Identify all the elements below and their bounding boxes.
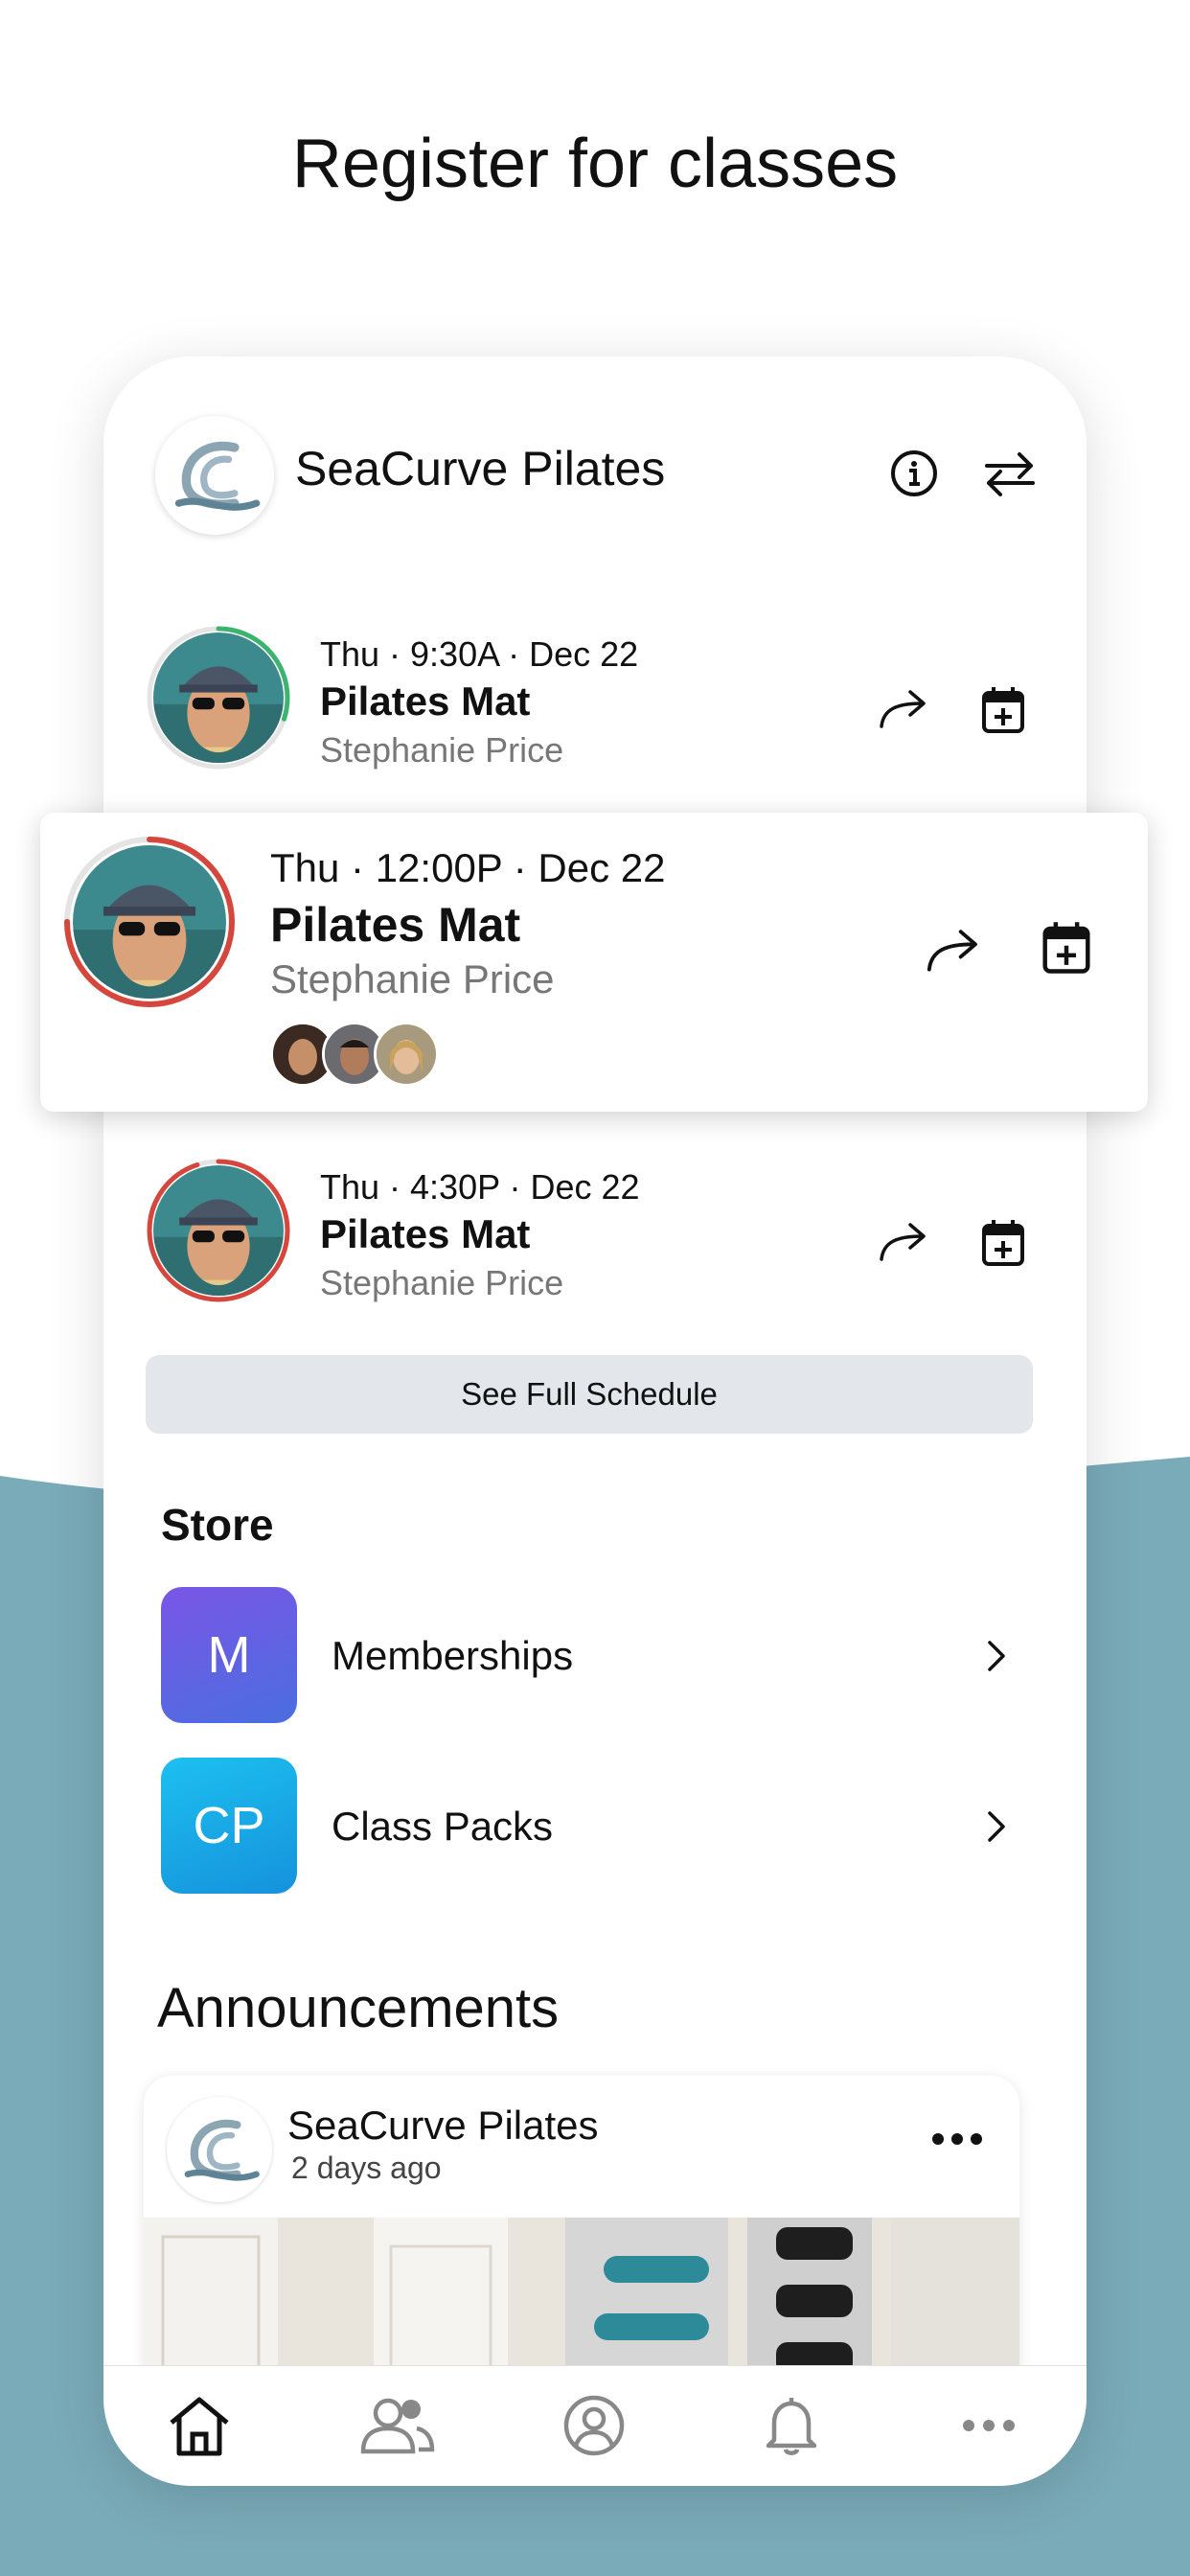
chevron-right-icon bbox=[970, 1629, 1023, 1683]
headline: Register for classes bbox=[291, 126, 899, 202]
studio-logo bbox=[155, 416, 274, 535]
instructor-avatar bbox=[63, 836, 236, 1008]
store-item-label: Memberships bbox=[332, 1633, 574, 1678]
store-item-label: Class Packs bbox=[332, 1804, 554, 1849]
instructor-avatar bbox=[146, 1158, 291, 1303]
class-instructor: Stephanie Price bbox=[320, 1263, 564, 1302]
announcements-title: Announcements bbox=[157, 1977, 560, 2039]
more-options-icon[interactable] bbox=[924, 2120, 991, 2158]
class-name: Pilates Mat bbox=[320, 678, 531, 724]
store-item-memberships[interactable]: M Memberships bbox=[161, 1587, 1023, 1725]
class-instructor: Stephanie Price bbox=[320, 730, 564, 770]
bell-icon[interactable] bbox=[744, 2378, 839, 2473]
phone-screen: SeaCurve Pilates Thu · 9:30A · Dec 22 Pi… bbox=[103, 356, 1087, 2486]
studio-logo bbox=[167, 2097, 272, 2202]
class-name: Pilates Mat bbox=[320, 1211, 531, 1256]
share-icon[interactable] bbox=[870, 1209, 937, 1276]
class-instructor: Stephanie Price bbox=[270, 956, 555, 1001]
calendar-add-icon[interactable] bbox=[970, 677, 1037, 744]
people-icon[interactable] bbox=[349, 2378, 445, 2473]
share-icon[interactable] bbox=[870, 677, 937, 744]
class-row-highlighted[interactable]: Thu · 12:00P · Dec 22 Pilates Mat Stepha… bbox=[40, 813, 1148, 1112]
store-title: Store bbox=[161, 1500, 274, 1550]
home-icon[interactable] bbox=[151, 2378, 247, 2473]
class-packs-badge: CP bbox=[161, 1758, 297, 1894]
class-row[interactable]: Thu · 4:30P · Dec 22 Pilates Mat Stephan… bbox=[103, 1158, 1087, 1330]
profile-icon[interactable] bbox=[546, 2378, 642, 2473]
class-time: Thu · 12:00P · Dec 22 bbox=[270, 845, 666, 890]
class-time: Thu · 4:30P · Dec 22 bbox=[320, 1167, 640, 1207]
app-header: SeaCurve Pilates bbox=[103, 356, 1087, 577]
share-icon[interactable] bbox=[920, 918, 987, 985]
store-item-class-packs[interactable]: CP Class Packs bbox=[161, 1758, 1023, 1896]
class-row[interactable]: Thu · 9:30A · Dec 22 Pilates Mat Stephan… bbox=[103, 625, 1087, 797]
switch-arrows-icon[interactable] bbox=[970, 433, 1050, 514]
more-icon[interactable] bbox=[941, 2378, 1037, 2473]
studio-name: SeaCurve Pilates bbox=[295, 442, 666, 495]
class-name: Pilates Mat bbox=[270, 898, 521, 952]
instructor-avatar bbox=[146, 625, 291, 770]
class-time: Thu · 9:30A · Dec 22 bbox=[320, 634, 639, 674]
avatar bbox=[374, 1022, 439, 1087]
post-author: SeaCurve Pilates bbox=[287, 2103, 599, 2148]
post-time: 2 days ago bbox=[291, 2150, 442, 2185]
calendar-add-icon[interactable] bbox=[1033, 914, 1100, 981]
memberships-badge: M bbox=[161, 1587, 297, 1723]
tab-bar bbox=[103, 2365, 1087, 2486]
info-icon[interactable] bbox=[874, 433, 954, 514]
chevron-right-icon bbox=[970, 1800, 1023, 1853]
see-full-schedule-button[interactable]: See Full Schedule bbox=[146, 1355, 1033, 1434]
calendar-add-icon[interactable] bbox=[970, 1209, 1037, 1276]
